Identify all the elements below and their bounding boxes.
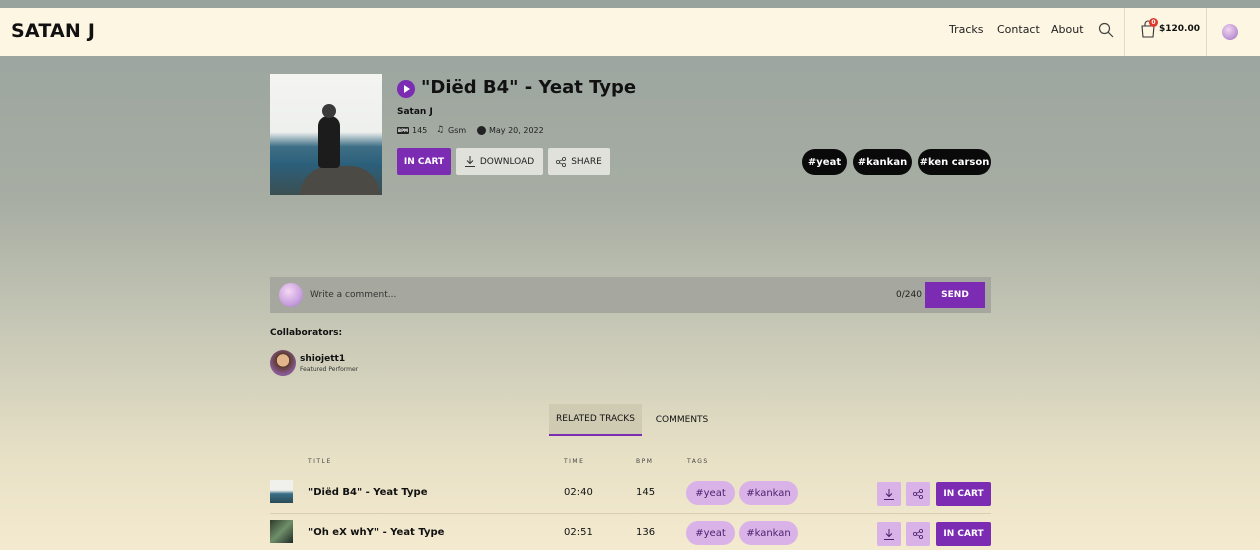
user-avatar[interactable] xyxy=(1222,24,1238,40)
music-note-icon: ♫ xyxy=(436,125,445,135)
share-icon xyxy=(913,529,923,539)
column-header-tags: TAGS xyxy=(687,458,709,465)
comment-input[interactable] xyxy=(310,287,870,303)
row-title[interactable]: "Diëd B4" - Yeat Type xyxy=(308,487,427,498)
column-header-bpm: BPM xyxy=(636,458,654,465)
row-time: 02:40 xyxy=(564,487,593,498)
share-icon xyxy=(913,489,923,499)
download-icon xyxy=(884,488,894,500)
bpm-icon: BPM xyxy=(397,127,409,134)
share-button[interactable]: SHARE xyxy=(548,148,610,175)
track-key: ♫ Gsm xyxy=(436,125,467,136)
track-bpm: BPM 145 xyxy=(397,126,427,135)
column-header-time: TIME xyxy=(564,458,585,465)
artist-name[interactable]: Satan J xyxy=(397,107,433,117)
table-row[interactable]: "Diëd B4" - Yeat Type 02:40 145 #yeat #k… xyxy=(270,480,991,514)
row-bpm: 145 xyxy=(636,487,656,498)
download-label: DOWNLOAD xyxy=(479,156,535,167)
send-button[interactable]: SEND xyxy=(925,282,985,308)
tab-comments[interactable]: COMMENTS xyxy=(648,404,716,436)
comment-bar: 0/240 SEND xyxy=(270,277,991,313)
download-icon xyxy=(884,528,894,540)
cart-button[interactable]: 0 $120.00 xyxy=(1140,18,1200,42)
row-bpm: 136 xyxy=(636,527,656,538)
track-cover-art xyxy=(270,74,382,195)
nav-tracks[interactable]: Tracks xyxy=(949,23,984,36)
search-icon[interactable] xyxy=(1097,21,1115,39)
tab-related-tracks[interactable]: RELATED TRACKS xyxy=(549,404,642,436)
clock-icon xyxy=(477,126,486,135)
row-share-button[interactable] xyxy=(906,522,930,546)
tag-kankan[interactable]: #kankan xyxy=(853,149,912,175)
divider xyxy=(1124,8,1125,56)
cart-badge: 0 xyxy=(1149,18,1158,27)
brand-logo[interactable]: SATAN J xyxy=(11,20,95,42)
row-tag[interactable]: #kankan xyxy=(739,521,798,545)
row-time: 02:51 xyxy=(564,527,593,538)
bpm-value: 145 xyxy=(412,126,428,135)
collaborator-name[interactable]: shiojett1 xyxy=(300,354,345,364)
collaborators-heading: Collaborators: xyxy=(270,328,343,338)
row-tag[interactable]: #yeat xyxy=(686,481,735,505)
download-icon xyxy=(464,156,475,167)
row-title[interactable]: "Oh eX whY" - Yeat Type xyxy=(308,527,444,538)
in-cart-label: IN CART xyxy=(403,156,445,167)
row-tag[interactable]: #yeat xyxy=(686,521,735,545)
commenter-avatar xyxy=(279,283,303,307)
collaborator-avatar[interactable] xyxy=(270,350,296,376)
cart-total: $120.00 xyxy=(1159,24,1200,34)
nav-contact[interactable]: Contact xyxy=(997,23,1040,36)
share-label: SHARE xyxy=(571,156,602,167)
tag-ken-carson[interactable]: #ken carson xyxy=(918,149,991,175)
play-icon[interactable] xyxy=(397,80,415,98)
track-thumbnail[interactable] xyxy=(270,520,293,543)
table-row[interactable]: "Oh eX whY" - Yeat Type 02:51 136 #yeat … xyxy=(270,520,991,550)
track-date: May 20, 2022 xyxy=(477,126,544,135)
track-title: "Diëd B4" - Yeat Type xyxy=(421,77,637,98)
date-value: May 20, 2022 xyxy=(489,126,544,135)
row-tag[interactable]: #kankan xyxy=(739,481,798,505)
nav-about[interactable]: About xyxy=(1051,23,1084,36)
in-cart-button[interactable]: IN CART xyxy=(397,148,451,175)
row-download-button[interactable] xyxy=(877,522,901,546)
download-button[interactable]: DOWNLOAD xyxy=(456,148,543,175)
key-value: Gsm xyxy=(448,126,467,135)
row-in-cart-button[interactable]: IN CART xyxy=(936,522,991,546)
top-bar: SATAN J Tracks Contact About 0 $120.00 xyxy=(0,8,1260,56)
char-count: 0/240 xyxy=(896,290,922,300)
divider xyxy=(1206,8,1207,56)
row-in-cart-button[interactable]: IN CART xyxy=(936,482,991,506)
column-header-title: TITLE xyxy=(308,458,332,465)
tag-yeat[interactable]: #yeat xyxy=(802,149,847,175)
collaborator-role: Featured Performer xyxy=(300,366,359,373)
row-download-button[interactable] xyxy=(877,482,901,506)
track-thumbnail[interactable] xyxy=(270,480,293,503)
share-icon xyxy=(556,156,567,167)
row-share-button[interactable] xyxy=(906,482,930,506)
